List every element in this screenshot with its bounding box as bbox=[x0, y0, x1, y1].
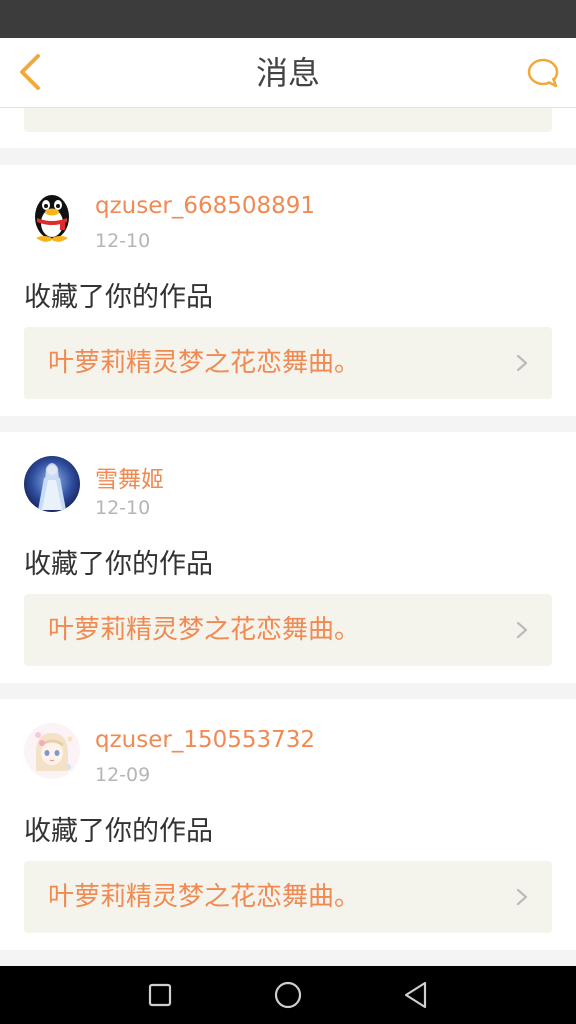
chevron-right-icon bbox=[516, 888, 528, 906]
back-button[interactable] bbox=[10, 52, 50, 92]
work-link[interactable]: 叶萝莉精灵梦之花恋舞曲。 bbox=[24, 861, 552, 933]
system-nav-bar bbox=[0, 966, 576, 1024]
timestamp: 12-10 bbox=[95, 230, 151, 252]
username-link[interactable]: qzuser_668508891 bbox=[95, 193, 315, 219]
work-title: 叶萝莉精灵梦之花恋舞曲。 bbox=[48, 882, 361, 912]
square-icon bbox=[148, 983, 172, 1007]
chevron-left-icon bbox=[20, 54, 40, 90]
activity-text: 收藏了你的作品 bbox=[24, 282, 213, 313]
work-title: 叶萝莉精灵梦之花恋舞曲。 bbox=[48, 615, 361, 645]
chevron-right-icon bbox=[516, 354, 528, 372]
work-link[interactable]: 叶萝莉精灵梦之花恋舞曲。 bbox=[24, 108, 552, 132]
activity-text: 收藏了你的作品 bbox=[24, 549, 213, 580]
circle-icon bbox=[274, 981, 302, 1009]
work-title: 叶萝莉精灵梦之花恋舞曲。 bbox=[48, 108, 360, 132]
chevron-right-icon bbox=[516, 621, 528, 639]
message-list[interactable]: 叶萝莉精灵梦之花恋舞曲。 qzuser_668508891 12-10 收藏了你… bbox=[0, 108, 576, 966]
timestamp: 12-10 bbox=[95, 497, 151, 519]
list-item: qzuser_668508891 12-10 收藏了你的作品 叶萝莉精灵梦之花恋… bbox=[0, 165, 576, 416]
home-button[interactable] bbox=[268, 975, 308, 1015]
recent-apps-button[interactable] bbox=[140, 975, 180, 1015]
avatar[interactable] bbox=[24, 456, 80, 512]
username-link[interactable]: qzuser_150553732 bbox=[95, 727, 315, 753]
list-item: 雪舞姬 12-10 收藏了你的作品 叶萝莉精灵梦之花恋舞曲。 bbox=[0, 432, 576, 683]
timestamp: 12-09 bbox=[95, 764, 151, 786]
avatar[interactable] bbox=[24, 723, 80, 779]
list-item: 叶萝莉精灵梦之花恋舞曲。 bbox=[0, 108, 576, 148]
system-back-button[interactable] bbox=[396, 975, 436, 1015]
qq-penguin-avatar bbox=[24, 187, 80, 243]
work-title: 叶萝莉精灵梦之花恋舞曲。 bbox=[48, 348, 361, 378]
username-link[interactable]: 雪舞姬 bbox=[95, 460, 164, 494]
page-title: 消息 bbox=[255, 54, 320, 92]
avatar[interactable] bbox=[24, 187, 80, 243]
anime-dancer-avatar bbox=[24, 456, 80, 512]
list-item: qzuser_150553732 12-09 收藏了你的作品 叶萝莉精灵梦之花恋… bbox=[0, 699, 576, 950]
work-link[interactable]: 叶萝莉精灵梦之花恋舞曲。 bbox=[24, 594, 552, 666]
status-bar bbox=[0, 0, 576, 38]
chat-bubble-icon bbox=[527, 58, 559, 88]
anime-girl-avatar bbox=[24, 723, 80, 779]
work-link[interactable]: 叶萝莉精灵梦之花恋舞曲。 bbox=[24, 327, 552, 399]
top-app-bar: 消息 bbox=[0, 38, 576, 108]
triangle-back-icon bbox=[404, 981, 427, 1009]
activity-text: 收藏了你的作品 bbox=[24, 816, 213, 847]
chat-button[interactable] bbox=[524, 54, 562, 92]
